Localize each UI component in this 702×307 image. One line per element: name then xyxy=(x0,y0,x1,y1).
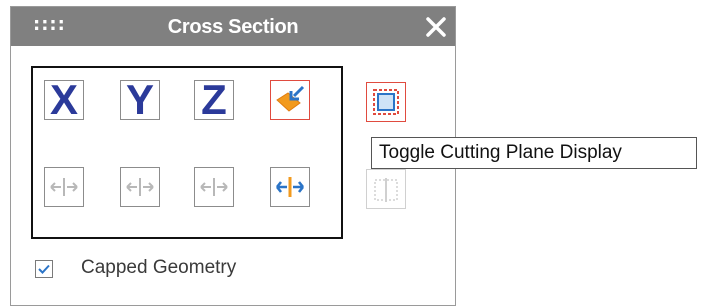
reset-plane-icon xyxy=(374,178,398,202)
reset-plane-button[interactable] xyxy=(366,169,406,209)
tooltip: Toggle Cutting Plane Display xyxy=(371,137,697,169)
y-plane-button[interactable]: Y xyxy=(120,76,160,123)
flip-x-button[interactable] xyxy=(44,167,84,207)
panel-title: Cross Section xyxy=(167,16,299,38)
z-axis-label: Z xyxy=(201,76,227,123)
flip-icon xyxy=(200,178,228,196)
title-bar[interactable]: :::: Cross Section xyxy=(11,7,455,46)
flip-icon xyxy=(50,178,78,196)
custom-plane-button[interactable] xyxy=(270,80,310,120)
capped-geometry-label[interactable]: Capped Geometry xyxy=(81,257,236,279)
x-plane-button[interactable]: X xyxy=(44,76,84,123)
flip-custom-button[interactable] xyxy=(270,167,310,207)
plane-display-icon xyxy=(373,89,399,115)
cutting-plane-group: X Y Z xyxy=(31,66,343,239)
flip-z-button[interactable] xyxy=(194,167,234,207)
z-plane-button[interactable]: Z xyxy=(194,76,234,123)
close-icon[interactable] xyxy=(420,11,452,43)
flip-icon xyxy=(275,177,305,197)
checkmark-icon xyxy=(38,264,50,274)
capped-geometry-checkbox[interactable] xyxy=(35,260,53,278)
toggle-plane-display-button[interactable] xyxy=(366,82,406,122)
flip-y-button[interactable] xyxy=(120,167,160,207)
x-axis-label: X xyxy=(49,76,78,123)
y-axis-label: Y xyxy=(125,76,154,123)
flip-icon xyxy=(126,178,154,196)
custom-plane-icon xyxy=(276,85,305,112)
